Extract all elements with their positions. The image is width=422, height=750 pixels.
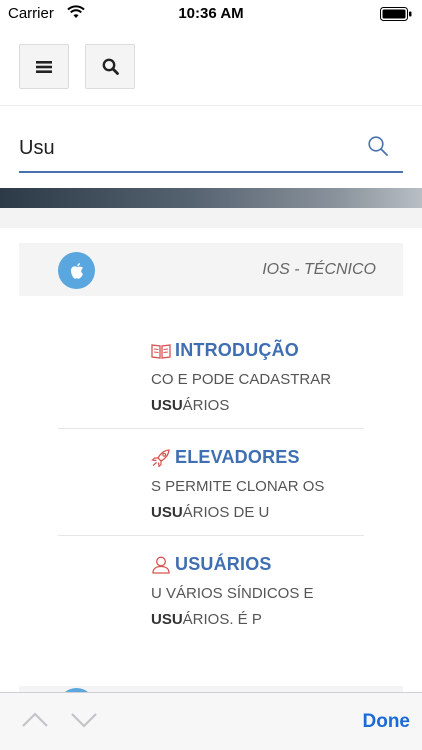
hamburger-icon [36, 60, 52, 73]
search-result[interactable]: INTRODUÇÃO CO E PODE CADASTRAR USUÁRIOS [58, 322, 364, 429]
match-highlight: USU [151, 504, 183, 521]
user-icon [152, 556, 170, 574]
search-icon [102, 58, 119, 75]
result-snippet: S PERMITE CLONAR OS [151, 478, 325, 495]
top-bar [0, 28, 422, 106]
done-button[interactable]: Done [363, 711, 411, 733]
section-title: IOS - TÉCNICO [262, 261, 376, 278]
keyboard-toolbar: Done [0, 692, 422, 750]
result-snippet: USUÁRIOS [151, 397, 229, 414]
result-title-row: ELEVADORES [151, 447, 300, 468]
result-title-row: USUÁRIOS [151, 554, 272, 575]
banner-image [0, 188, 422, 208]
result-snippet-rest: ÁRIOS DE U [182, 504, 270, 521]
battery-icon [380, 7, 412, 21]
search-icon[interactable] [367, 135, 389, 157]
apple-badge [58, 252, 95, 289]
chevron-up-icon[interactable] [21, 709, 49, 731]
menu-button[interactable] [19, 44, 69, 89]
result-snippet: U VÁRIOS SÍNDICOS E [151, 585, 314, 602]
search-result[interactable]: ELEVADORES S PERMITE CLONAR OS USUÁRIOS … [58, 429, 364, 536]
result-title[interactable]: INTRODUÇÃO [175, 340, 299, 361]
match-highlight: USU [151, 611, 183, 628]
result-snippet-rest: ÁRIOS. É P [182, 611, 262, 628]
search-input[interactable]: Usu [19, 125, 403, 173]
search-result[interactable]: USUÁRIOS U VÁRIOS SÍNDICOS E USUÁRIOS. É… [58, 536, 364, 643]
result-title[interactable]: ELEVADORES [175, 447, 300, 468]
result-snippet: USUÁRIOS. É P [151, 611, 262, 628]
result-title-row: INTRODUÇÃO [151, 340, 299, 361]
result-title[interactable]: USUÁRIOS [175, 554, 272, 575]
clock: 10:36 AM [178, 5, 244, 22]
banner-divider [0, 208, 422, 228]
rocket-icon [151, 448, 170, 467]
chevron-down-icon[interactable] [70, 709, 98, 731]
search-button[interactable] [85, 44, 135, 89]
search-input-value: Usu [19, 137, 55, 159]
book-icon [151, 343, 171, 359]
status-bar: Carrier 10:36 AM [0, 0, 422, 28]
result-snippet: USUÁRIOS DE U [151, 504, 269, 521]
apple-icon [70, 262, 83, 279]
section-header[interactable]: IOS - TÉCNICO [19, 243, 403, 296]
match-highlight: USU [151, 397, 183, 414]
result-snippet-rest: ÁRIOS [182, 397, 230, 414]
result-snippet: CO E PODE CADASTRAR [151, 371, 332, 388]
